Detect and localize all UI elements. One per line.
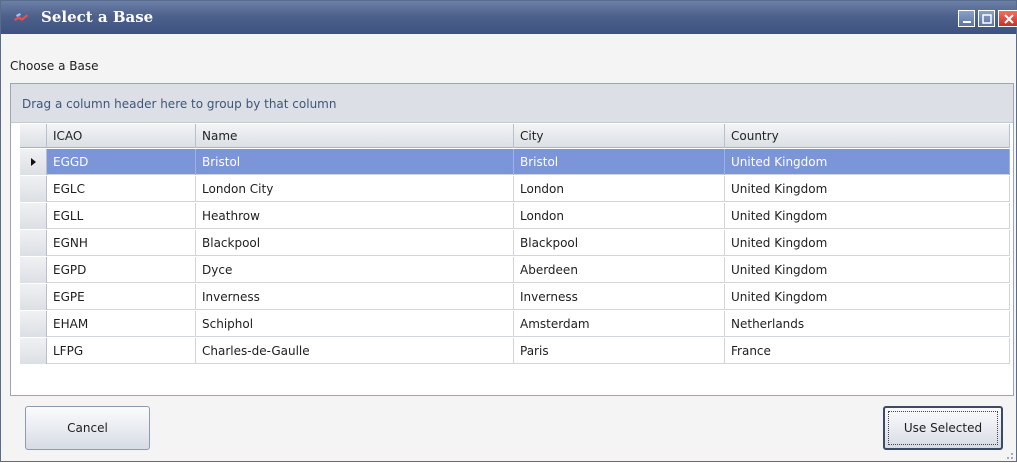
row-indicator-cell[interactable] xyxy=(20,257,47,283)
row-indicator-cell[interactable] xyxy=(20,284,47,310)
cell-name[interactable]: Bristol xyxy=(196,149,514,175)
cell-country[interactable]: Netherlands xyxy=(725,311,1010,337)
column-header-name[interactable]: Name xyxy=(196,124,514,148)
table-row[interactable]: LFPG Charles-de-Gaulle Paris France xyxy=(20,338,1010,364)
cell-name[interactable]: London City xyxy=(196,176,514,202)
table-row[interactable]: EGGD Bristol Bristol United Kingdom xyxy=(20,149,1010,175)
cell-icao[interactable]: EHAM xyxy=(47,311,196,337)
row-indicator-cell[interactable] xyxy=(20,311,47,337)
close-button[interactable] xyxy=(998,10,1017,27)
table-row[interactable]: EGNH Blackpool Blackpool United Kingdom xyxy=(20,230,1010,256)
minimize-button[interactable] xyxy=(958,10,975,27)
app-icon xyxy=(13,12,29,24)
cell-country[interactable]: United Kingdom xyxy=(725,230,1010,256)
cell-city[interactable]: Aberdeen xyxy=(514,257,725,283)
title-bar[interactable]: Select a Base xyxy=(1,1,1017,34)
maximize-icon xyxy=(982,14,992,24)
cell-city[interactable]: London xyxy=(514,176,725,202)
cell-icao[interactable]: EGNH xyxy=(47,230,196,256)
select-base-dialog: Select a Base Choose a Base Drag a colum… xyxy=(0,0,1017,462)
table-row[interactable]: EGPD Dyce Aberdeen United Kingdom xyxy=(20,257,1010,283)
table-row[interactable]: EHAM Schiphol Amsterdam Netherlands xyxy=(20,311,1010,337)
row-indicator-arrow-icon xyxy=(31,158,36,166)
cell-name[interactable]: Charles-de-Gaulle xyxy=(196,338,514,364)
cell-name[interactable]: Schiphol xyxy=(196,311,514,337)
column-header-city[interactable]: City xyxy=(514,124,725,148)
cell-city[interactable]: Inverness xyxy=(514,284,725,310)
cell-city[interactable]: London xyxy=(514,203,725,229)
group-by-panel[interactable]: Drag a column header here to group by th… xyxy=(11,84,1013,123)
cell-country[interactable]: United Kingdom xyxy=(725,284,1010,310)
maximize-button[interactable] xyxy=(978,10,995,27)
cell-icao[interactable]: EGPD xyxy=(47,257,196,283)
row-indicator-cell[interactable] xyxy=(20,203,47,229)
minimize-icon xyxy=(963,21,971,23)
cell-name[interactable]: Blackpool xyxy=(196,230,514,256)
cell-icao[interactable]: LFPG xyxy=(47,338,196,364)
grid-header: ICAO Name City Country xyxy=(20,124,1010,148)
row-indicator-cell[interactable] xyxy=(20,230,47,256)
header-indicator-cell xyxy=(20,124,47,148)
resize-grip-icon[interactable] xyxy=(1004,449,1014,459)
cell-city[interactable]: Paris xyxy=(514,338,725,364)
cell-icao[interactable]: EGGD xyxy=(47,149,196,175)
cell-name[interactable]: Heathrow xyxy=(196,203,514,229)
cell-country[interactable]: United Kingdom xyxy=(725,257,1010,283)
cell-country[interactable]: United Kingdom xyxy=(725,149,1010,175)
choose-base-label: Choose a Base xyxy=(10,59,99,73)
cell-country[interactable]: United Kingdom xyxy=(725,176,1010,202)
cell-city[interactable]: Blackpool xyxy=(514,230,725,256)
window-title: Select a Base xyxy=(41,8,154,26)
row-indicator-cell[interactable] xyxy=(20,149,47,175)
cell-icao[interactable]: EGPE xyxy=(47,284,196,310)
column-header-icao[interactable]: ICAO xyxy=(47,124,196,148)
cell-icao[interactable]: EGLC xyxy=(47,176,196,202)
cell-city[interactable]: Amsterdam xyxy=(514,311,725,337)
table-row[interactable]: EGLL Heathrow London United Kingdom xyxy=(20,203,1010,229)
cell-country[interactable]: France xyxy=(725,338,1010,364)
column-header-country[interactable]: Country xyxy=(725,124,1010,148)
table-row[interactable]: EGLC London City London United Kingdom xyxy=(20,176,1010,202)
cell-country[interactable]: United Kingdom xyxy=(725,203,1010,229)
table-row[interactable]: EGPE Inverness Inverness United Kingdom xyxy=(20,284,1010,310)
group-by-hint: Drag a column header here to group by th… xyxy=(22,97,337,111)
cancel-button[interactable]: Cancel xyxy=(25,406,150,450)
use-selected-button[interactable]: Use Selected xyxy=(883,406,1003,450)
cell-icao[interactable]: EGLL xyxy=(47,203,196,229)
focus-rectangle xyxy=(888,411,998,445)
row-indicator-cell[interactable] xyxy=(20,338,47,364)
row-indicator-cell[interactable] xyxy=(20,176,47,202)
cell-name[interactable]: Inverness xyxy=(196,284,514,310)
cell-city[interactable]: Bristol xyxy=(514,149,725,175)
cell-name[interactable]: Dyce xyxy=(196,257,514,283)
bases-grid[interactable]: Drag a column header here to group by th… xyxy=(10,83,1014,396)
close-icon xyxy=(1004,14,1014,24)
